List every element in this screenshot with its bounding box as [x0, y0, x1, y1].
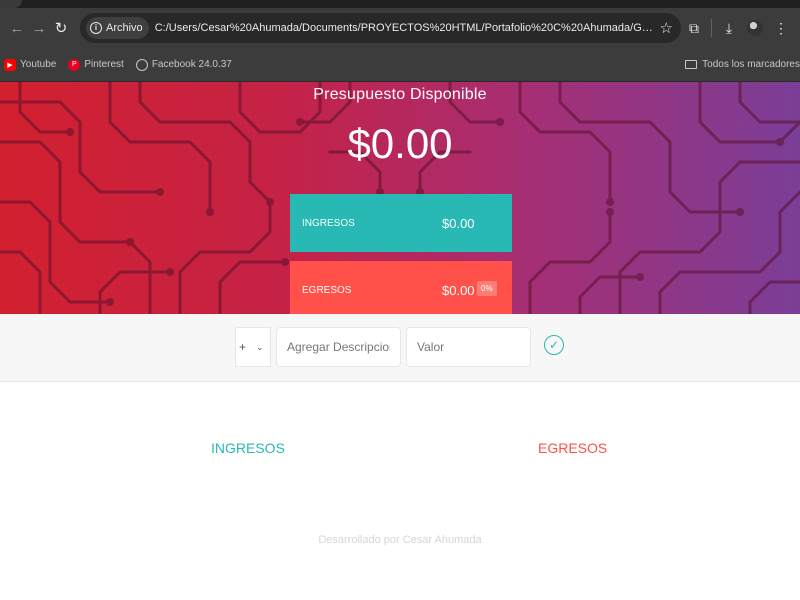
info-icon: i — [90, 22, 102, 34]
expense-summary-label: EGRESOS — [302, 284, 352, 296]
add-entry-bar: + ⌄ ✓ — [0, 314, 800, 382]
entry-lists: INGRESOS EGRESOS — [0, 382, 800, 522]
all-bookmarks-button[interactable]: Todos los marcadores — [685, 59, 800, 70]
pinterest-icon: P — [68, 58, 81, 71]
extensions-button[interactable]: ⧉ — [681, 14, 707, 42]
forward-icon: → — [31, 19, 47, 37]
available-budget-value: $0.00 — [347, 120, 453, 167]
chevron-down-icon: ⌄ — [256, 341, 264, 352]
expense-summary-value: $0.00 — [442, 282, 475, 298]
active-tab-edge[interactable] — [0, 0, 22, 8]
puzzle-icon: ⧉ — [689, 19, 699, 36]
toolbar-separator — [711, 19, 712, 37]
expense-percentage-badge: 0% — [477, 281, 497, 296]
entry-type-select[interactable]: + ⌄ — [235, 327, 271, 367]
folder-icon — [685, 60, 698, 69]
income-summary-card: INGRESOS $0.00 — [290, 194, 512, 252]
add-entry-button[interactable]: ✓ — [544, 335, 564, 355]
bookmark-label: Youtube — [20, 59, 57, 70]
kebab-menu-icon: ⋮ — [774, 19, 788, 36]
address-bar[interactable]: i Archivo C:/Users/Cesar%20Ahumada/Docum… — [80, 13, 681, 43]
reload-button[interactable]: ↻ — [50, 14, 72, 42]
download-icon: ⤓ — [725, 19, 733, 36]
income-list-title: INGRESOS — [211, 440, 285, 456]
expense-list-title: EGRESOS — [538, 440, 608, 456]
available-budget-title: Presupuesto Disponible — [313, 86, 487, 103]
menu-button[interactable]: ⋮ — [768, 14, 794, 42]
entry-type-value: + — [239, 340, 247, 354]
bookmark-youtube[interactable]: ▶ Youtube — [4, 58, 57, 71]
avatar — [747, 20, 763, 36]
bookmark-facebook[interactable]: Facebook 24.0.37 — [135, 58, 232, 71]
downloads-button[interactable]: ⤓ — [716, 14, 742, 42]
site-info-label: Archivo — [106, 22, 143, 34]
all-bookmarks-label: Todos los marcadores — [702, 59, 800, 70]
income-summary-value: $0.00 — [442, 215, 475, 231]
url-text[interactable]: C:/Users/Cesar%20Ahumada/Documents/PROYE… — [155, 22, 654, 34]
income-summary-label: INGRESOS — [302, 217, 355, 229]
expense-summary-card: EGRESOS $0.00 0% — [290, 261, 512, 314]
profile-button[interactable] — [742, 14, 768, 42]
budget-header: Presupuesto Disponible $0.00 INGRESOS $0… — [0, 82, 800, 314]
back-icon: ← — [9, 19, 25, 37]
bookmark-pinterest[interactable]: P Pinterest — [68, 58, 124, 71]
bookmarks-bar: ▶ Youtube P Pinterest Facebook 24.0.37 T… — [0, 48, 800, 82]
footer-credit: Desarrollado por Cesar Ahumada — [318, 534, 482, 546]
bookmark-star-icon[interactable]: ☆ — [660, 19, 673, 37]
value-input[interactable] — [406, 327, 531, 367]
youtube-icon: ▶ — [4, 58, 16, 71]
bookmark-label: Facebook 24.0.37 — [151, 59, 232, 70]
description-input[interactable] — [276, 327, 401, 367]
site-info-chip[interactable]: i Archivo — [86, 17, 149, 39]
bookmark-label: Pinterest — [84, 59, 124, 70]
page-content: Presupuesto Disponible $0.00 INGRESOS $0… — [0, 82, 800, 600]
globe-icon — [135, 58, 148, 71]
browser-toolbar: ← → ↻ i Archivo C:/Users/Cesar%20Ahumada… — [0, 8, 800, 48]
checkmark-icon: ✓ — [548, 338, 560, 352]
forward-button[interactable]: → — [28, 14, 50, 42]
back-button[interactable]: ← — [6, 14, 28, 42]
tab-strip — [0, 0, 800, 8]
reload-icon: ↻ — [54, 20, 68, 37]
